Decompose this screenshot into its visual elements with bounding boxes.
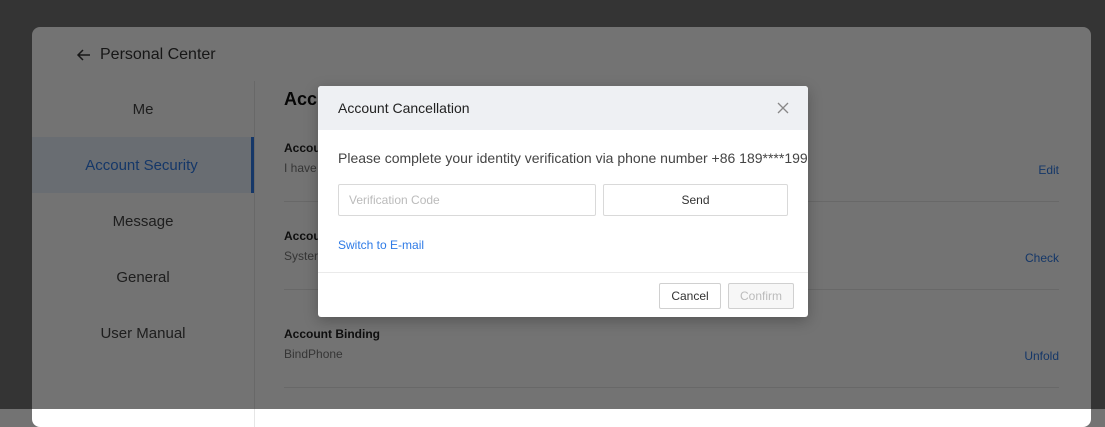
sidebar-item-message[interactable]: Message: [32, 193, 254, 249]
cancel-button[interactable]: Cancel: [659, 283, 721, 309]
close-icon[interactable]: [774, 99, 792, 117]
dialog-header: Account Cancellation: [318, 86, 808, 130]
page-title: Acc: [284, 89, 318, 109]
section-description: BindPhone: [284, 347, 343, 361]
dialog-body: Please complete your identity verificati…: [318, 130, 808, 273]
section-title: Account Binding: [284, 327, 380, 341]
section-description: Syster: [284, 249, 319, 263]
dialog-title: Account Cancellation: [338, 100, 470, 116]
back-label: Personal Center: [100, 46, 216, 63]
account-cancellation-dialog: Account Cancellation Please complete you…: [318, 86, 808, 317]
check-link[interactable]: Check: [1025, 251, 1059, 265]
sidebar-item-label: Me: [132, 100, 154, 118]
switch-to-email-link[interactable]: Switch to E-mail: [338, 238, 424, 252]
sidebar-item-user-manual[interactable]: User Manual: [32, 305, 254, 361]
confirm-button[interactable]: Confirm: [728, 283, 794, 309]
section-description: I have: [284, 161, 317, 175]
sidebar-item-label: User Manual: [100, 324, 186, 342]
dialog-footer: Cancel Confirm: [318, 272, 808, 317]
sidebar-divider: [254, 81, 255, 427]
send-code-button[interactable]: Send: [603, 184, 788, 216]
sidebar-item-general[interactable]: General: [32, 249, 254, 305]
sidebar-item-label: Account Security: [85, 156, 198, 174]
edit-link[interactable]: Edit: [1038, 163, 1059, 177]
security-section-binding: Account Binding BindPhone Unfold: [284, 321, 1059, 388]
sidebar-item-account-security[interactable]: Account Security: [32, 137, 254, 193]
sidebar: Me Account Security Message General User…: [32, 81, 254, 361]
arrow-left-icon: [76, 49, 90, 61]
section-title: Accou: [284, 229, 321, 243]
section-title: Accou: [284, 141, 321, 155]
back-navigation[interactable]: Personal Center: [76, 43, 216, 67]
verification-code-input[interactable]: [338, 184, 596, 216]
verification-message: Please complete your identity verificati…: [338, 150, 808, 166]
sidebar-item-me[interactable]: Me: [32, 81, 254, 137]
unfold-link[interactable]: Unfold: [1024, 349, 1059, 363]
sidebar-item-label: Message: [112, 212, 174, 230]
sidebar-item-label: General: [116, 268, 170, 286]
